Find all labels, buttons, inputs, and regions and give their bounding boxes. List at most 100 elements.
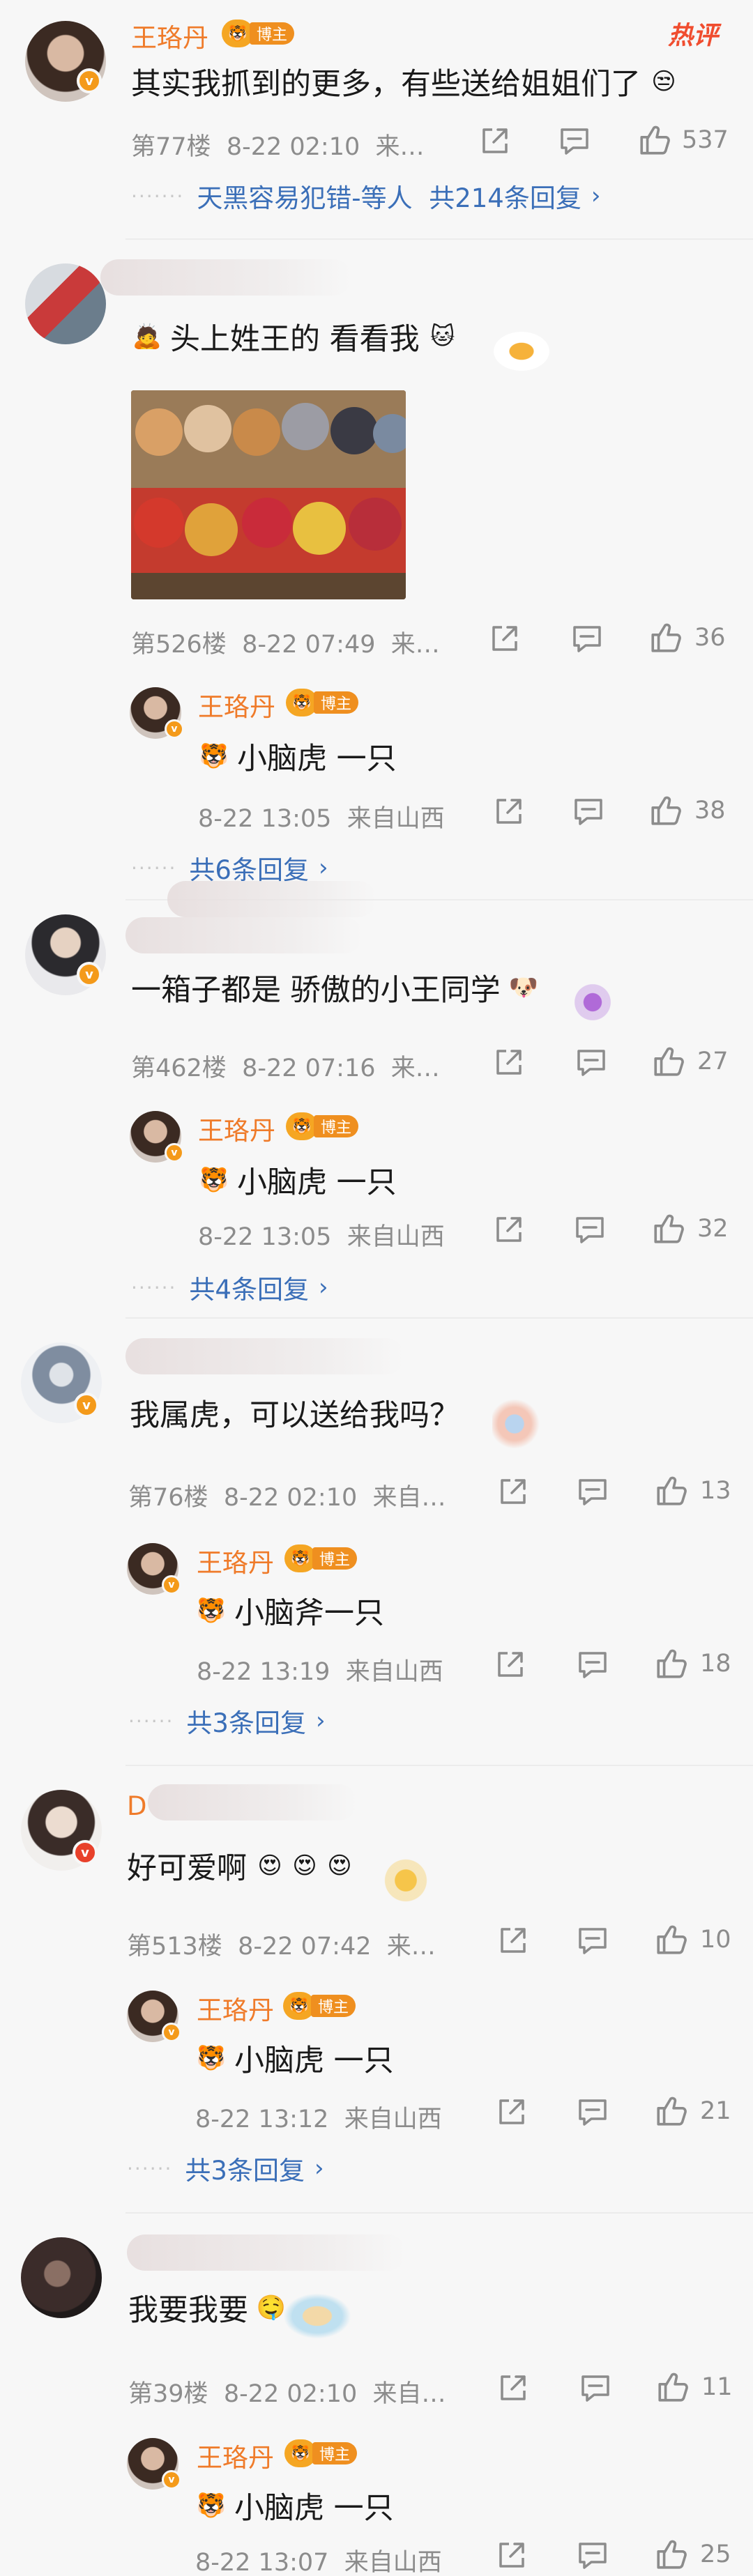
comment-meta: 第77楼 8-22 02:10 来… xyxy=(131,127,425,162)
verified-icon: v xyxy=(77,962,102,987)
reply-text: 🐯 小脑虎 一只 xyxy=(198,1158,397,1202)
comment-button[interactable] xyxy=(570,622,604,655)
blurred-username xyxy=(100,259,351,296)
comment-button[interactable] xyxy=(558,124,591,158)
like-button[interactable]: 18 xyxy=(654,1646,731,1681)
comment-button[interactable] xyxy=(576,2538,609,2572)
like-icon xyxy=(654,1646,689,1681)
author-tag-label: 博主 xyxy=(250,22,295,45)
comment-button[interactable] xyxy=(576,1475,609,1508)
author-tag-label: 博主 xyxy=(311,1995,356,2017)
comment-button[interactable] xyxy=(575,1045,608,1079)
blurred-username xyxy=(126,917,363,953)
share-icon xyxy=(492,1213,526,1246)
comment-icon xyxy=(576,1648,609,1681)
verified-icon: v xyxy=(165,1143,184,1163)
source: 来自山西 xyxy=(344,2549,442,2576)
comment-button[interactable] xyxy=(579,2371,612,2405)
like-button[interactable]: 32 xyxy=(651,1211,729,1246)
divider xyxy=(126,1317,753,1319)
reply-username[interactable]: 王珞丹 xyxy=(198,1110,275,1147)
source: 来自山西 xyxy=(347,805,445,833)
author-badge: 🐯 博主 xyxy=(283,1992,356,2020)
unamused-emoji-icon: 😒 xyxy=(651,68,676,95)
like-button[interactable]: 10 xyxy=(654,1922,731,1957)
share-button[interactable] xyxy=(496,1924,530,1957)
author-badge: 🐯 博主 xyxy=(284,2439,358,2467)
comment-button[interactable] xyxy=(576,1924,609,1957)
comment-button[interactable] xyxy=(576,2095,609,2129)
timestamp: 8-22 13:05 xyxy=(198,805,332,833)
share-button[interactable] xyxy=(492,1045,526,1079)
like-count: 10 xyxy=(700,1926,731,1954)
avatar[interactable] xyxy=(21,2237,102,2318)
share-button[interactable] xyxy=(496,1475,530,1508)
comment-button[interactable] xyxy=(576,1648,609,1681)
comment-icon xyxy=(558,124,591,158)
timestamp: 8-22 07:16 xyxy=(242,1055,376,1082)
like-button[interactable]: 38 xyxy=(648,793,726,828)
comment-meta: 第462楼 8-22 07:16 来… xyxy=(131,1048,440,1084)
dots-decoration: ······ xyxy=(127,2156,173,2180)
share-icon xyxy=(492,1045,526,1079)
thinking-face-icon: 🙇 xyxy=(132,323,162,351)
avatar[interactable] xyxy=(25,263,106,344)
dots-decoration: ······· xyxy=(131,184,185,208)
share-button[interactable] xyxy=(495,2095,528,2129)
comment-icon xyxy=(575,1045,608,1079)
share-button[interactable] xyxy=(488,622,522,655)
like-button[interactable]: 13 xyxy=(654,1473,731,1508)
share-button[interactable] xyxy=(495,2538,528,2572)
reply-username[interactable]: 王珞丹 xyxy=(197,2437,274,2474)
author-tag-label: 博主 xyxy=(312,1547,358,1570)
source: 来自山西 xyxy=(344,2106,442,2133)
reply-text: 🐯 小脑斧一只 xyxy=(195,1589,384,1632)
like-count: 25 xyxy=(700,2540,731,2568)
verified-icon: v xyxy=(165,719,184,739)
share-button[interactable] xyxy=(492,795,526,828)
view-replies-link[interactable]: ······ 共3条回复 › xyxy=(127,2149,324,2187)
replies-preview: 天黑容易犯错-等人 xyxy=(197,183,413,213)
blurred-username xyxy=(167,881,376,917)
view-replies-link[interactable]: ······ 共3条回复 › xyxy=(128,1702,326,1740)
share-icon xyxy=(495,2538,528,2572)
share-button[interactable] xyxy=(494,1648,527,1681)
share-button[interactable] xyxy=(478,124,512,158)
share-icon xyxy=(492,795,526,828)
username[interactable]: 王珞丹 xyxy=(131,17,208,54)
like-icon xyxy=(654,1922,689,1957)
reply-text-content: 小脑虎 一只 xyxy=(237,742,397,776)
source: 来… xyxy=(386,1933,436,1961)
like-button[interactable]: 11 xyxy=(655,2370,733,2405)
tiger-face-icon: 🐯 xyxy=(199,742,229,770)
like-count: 18 xyxy=(700,1650,731,1678)
like-icon xyxy=(648,620,683,655)
timestamp: 8-22 02:10 xyxy=(223,2380,358,2408)
dots-decoration: ······ xyxy=(131,1275,177,1299)
heart-eyes-icon: 😍 xyxy=(327,1852,352,1880)
like-button[interactable]: 537 xyxy=(637,123,729,158)
like-button[interactable]: 21 xyxy=(654,2094,731,2129)
like-button[interactable]: 36 xyxy=(648,620,726,655)
reply-username[interactable]: 王珞丹 xyxy=(198,686,275,723)
author-tag-label: 博主 xyxy=(314,1115,359,1137)
view-replies-link[interactable]: ······ 共4条回复 › xyxy=(131,1268,328,1306)
floor-number: 第39楼 xyxy=(128,2380,208,2408)
comment-button[interactable] xyxy=(573,1213,607,1246)
like-count: 13 xyxy=(700,1477,731,1505)
chevron-right-icon: › xyxy=(318,1273,328,1301)
comment-photo[interactable] xyxy=(131,390,406,599)
share-icon xyxy=(496,1475,530,1508)
like-button[interactable]: 27 xyxy=(651,1044,729,1079)
share-button[interactable] xyxy=(496,2371,530,2405)
reply-username[interactable]: 王珞丹 xyxy=(197,1542,274,1579)
comment-meta: 第39楼 8-22 02:10 来自… xyxy=(128,2374,446,2409)
username[interactable]: D xyxy=(127,1791,147,1821)
view-replies-link[interactable]: ······· 天黑容易犯错-等人 共214条回复 › xyxy=(131,177,600,215)
comment-icon xyxy=(570,622,604,655)
like-button[interactable]: 25 xyxy=(654,2537,731,2572)
share-button[interactable] xyxy=(492,1213,526,1246)
source: 来… xyxy=(390,1055,440,1082)
comment-button[interactable] xyxy=(572,795,605,828)
reply-username[interactable]: 王珞丹 xyxy=(197,1989,274,2027)
